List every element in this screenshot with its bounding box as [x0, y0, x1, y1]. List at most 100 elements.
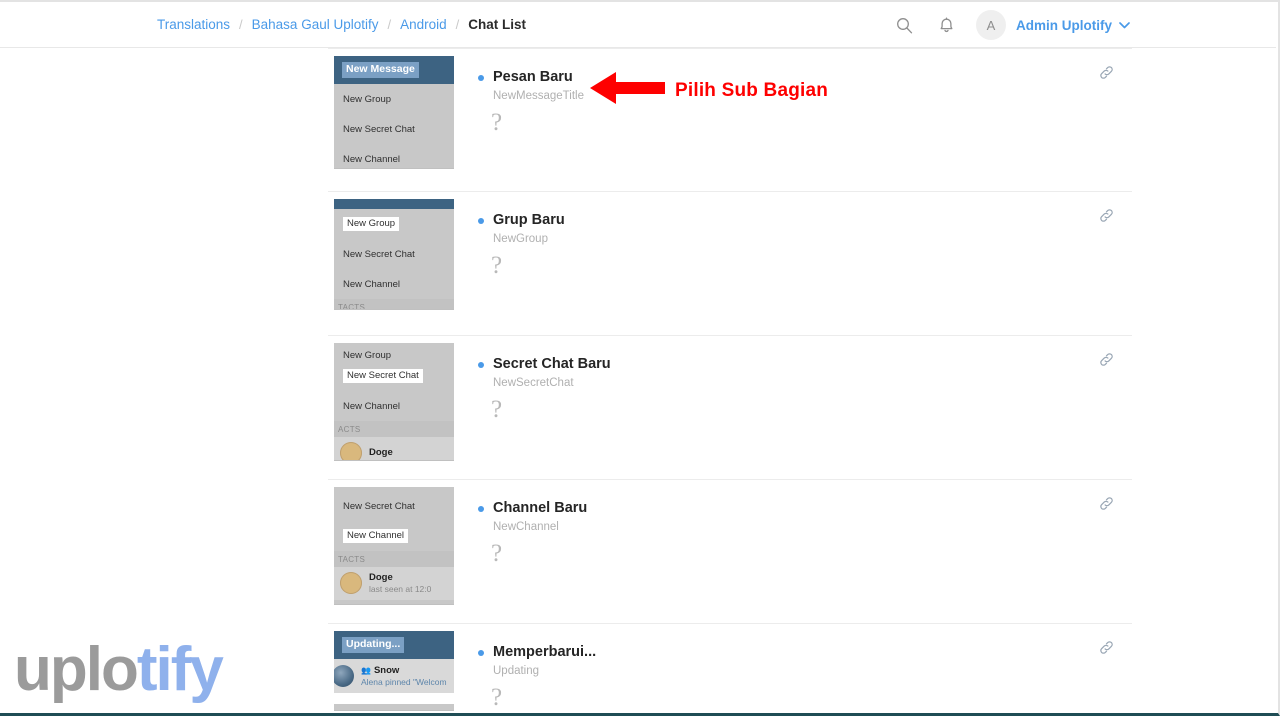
- top-bar-actions: A Admin Uplotify: [883, 2, 1130, 48]
- thumb-menu-item-label: New Secret Chat: [343, 123, 415, 135]
- screenshot-thumbnail[interactable]: New Group New Secret Chat New Channel AC…: [334, 343, 454, 461]
- search-button[interactable]: [883, 2, 925, 48]
- string-key: NewGroup: [493, 233, 548, 246]
- table-row[interactable]: Updating... 👥 Snow Alena pinned "Welcom M…: [328, 624, 1132, 713]
- copy-link-button[interactable]: [1094, 494, 1118, 518]
- copy-link-button[interactable]: [1094, 63, 1118, 87]
- thumb-menu-list: New Secret Chat New Channel: [334, 487, 454, 551]
- link-icon: [1099, 65, 1114, 85]
- screenshot-thumbnail[interactable]: New Group New Secret Chat New Channel TA…: [334, 199, 454, 310]
- screenshot-thumbnail[interactable]: Updating... 👥 Snow Alena pinned "Welcom: [334, 631, 454, 711]
- string-key: NewMessageTitle: [493, 90, 584, 103]
- thumb-menu-item-label: New Group: [343, 350, 392, 361]
- thumb-menu-item: New Channel: [334, 391, 454, 421]
- link-icon: [1099, 352, 1114, 372]
- user-menu-label[interactable]: Admin Uplotify: [1016, 18, 1112, 33]
- uplotify-watermark: uplotify: [14, 639, 224, 701]
- thumb-menu-item: New Secret Chat: [334, 114, 454, 144]
- copy-link-button[interactable]: [1094, 638, 1118, 662]
- thumb-contact-status: Alena pinned "Welcom: [361, 676, 447, 687]
- breadcrumb-item-translations[interactable]: Translations: [157, 18, 230, 32]
- table-row[interactable]: New Group New Secret Chat New Channel TA…: [328, 192, 1132, 336]
- thumb-menu-item: New Secret Chat: [334, 361, 454, 391]
- thumb-menu-item: New Group: [334, 209, 454, 239]
- breadcrumb-separator: /: [455, 17, 460, 32]
- thumb-section-label: TACTS: [334, 551, 454, 567]
- table-row[interactable]: New Group New Secret Chat New Channel AC…: [328, 336, 1132, 480]
- string-key: NewSecretChat: [493, 377, 574, 390]
- thumb-highlight-label: Updating...: [342, 637, 405, 653]
- thumb-section-label: TACTS: [334, 299, 454, 309]
- top-bar: Translations / Bahasa Gaul Uplotify / An…: [0, 2, 1276, 48]
- thumb-header: New Message: [334, 56, 454, 84]
- notifications-button[interactable]: [925, 2, 967, 48]
- string-translation[interactable]: Channel Baru: [493, 499, 587, 517]
- string-key: Updating: [493, 665, 540, 678]
- thumb-menu-list: New Secret Chat New Channel: [334, 361, 454, 421]
- translation-string-list: New Message New Group New Secret Chat Ne…: [328, 48, 1132, 713]
- string-entry: Grup Baru NewGroup ?: [454, 199, 1132, 278]
- string-entry: Memperbarui... Updating ?: [454, 631, 1132, 710]
- thumb-divider: [334, 692, 454, 704]
- string-translation[interactable]: Grup Baru: [493, 211, 565, 229]
- thumb-menu-item: New Secret Chat: [334, 491, 454, 521]
- thumb-menu-list: New Group New Secret Chat New Channel: [334, 84, 454, 168]
- group-icon: 👥: [361, 666, 371, 675]
- string-entry: Secret Chat Baru NewSecretChat ?: [454, 343, 1132, 422]
- breadcrumb-item-android[interactable]: Android: [400, 18, 447, 32]
- string-title-row: Pesan Baru: [478, 68, 1132, 86]
- thumb-menu-item-label: New Secret Chat: [343, 500, 415, 512]
- status-bullet: [478, 75, 484, 81]
- thumb-contact-name: Doge: [369, 572, 393, 583]
- status-bullet: [478, 650, 484, 656]
- string-placeholder: ?: [491, 109, 503, 137]
- breadcrumb: Translations / Bahasa Gaul Uplotify / An…: [157, 18, 526, 32]
- string-placeholder: ?: [491, 684, 503, 712]
- page-root: Translations / Bahasa Gaul Uplotify / An…: [0, 0, 1280, 716]
- thumb-menu-item-label: New Group: [343, 216, 400, 232]
- thumb-menu-item: New Group: [334, 84, 454, 114]
- thumb-highlight-label: New Message: [342, 62, 419, 78]
- thumb-contact-name: Snow: [373, 665, 400, 676]
- breadcrumb-item-chat-list: Chat List: [468, 16, 527, 32]
- screenshot-thumbnail[interactable]: New Message New Group New Secret Chat Ne…: [334, 56, 454, 169]
- thumb-header: [334, 199, 454, 209]
- string-placeholder: ?: [491, 540, 503, 568]
- string-placeholder: ?: [491, 396, 503, 424]
- avatar[interactable]: A: [976, 10, 1006, 40]
- copy-link-button[interactable]: [1094, 350, 1118, 374]
- watermark-part-one: uplo: [14, 635, 139, 704]
- thumb-menu-item-label: New Channel: [343, 528, 409, 544]
- string-translation[interactable]: Memperbarui...: [493, 643, 596, 661]
- thumb-menu-item-label: New Secret Chat: [343, 368, 423, 384]
- string-title-row: Channel Baru: [478, 499, 1132, 517]
- screenshot-thumbnail[interactable]: New Secret Chat New Channel TACTS Doge l…: [334, 487, 454, 605]
- string-translation[interactable]: Pesan Baru: [493, 68, 573, 86]
- status-bullet: [478, 218, 484, 224]
- thumb-contact-item: 👥 Snow Alena pinned "Welcom: [334, 659, 454, 693]
- copy-link-button[interactable]: [1094, 206, 1118, 230]
- string-title-row: Grup Baru: [478, 211, 1132, 229]
- breadcrumb-item-bahasa-gaul-uplotify[interactable]: Bahasa Gaul Uplotify: [252, 18, 379, 32]
- thumb-contact-status: last seen at 12:0: [369, 583, 432, 594]
- thumb-menu-list: New Group New Secret Chat New Channel: [334, 209, 454, 299]
- table-row[interactable]: New Message New Group New Secret Chat Ne…: [328, 48, 1132, 192]
- watermark-part-two: tify: [136, 635, 224, 704]
- thumb-menu-item: New Channel: [334, 269, 454, 299]
- snow-avatar-icon: [334, 665, 354, 688]
- string-title-row: Memperbarui...: [478, 643, 1132, 661]
- string-entry: Channel Baru NewChannel ?: [454, 487, 1132, 566]
- string-translation[interactable]: Secret Chat Baru: [493, 355, 611, 373]
- thumb-menu-item-label: New Channel: [343, 400, 401, 412]
- thumb-menu-item-label: New Channel: [343, 153, 401, 165]
- table-row[interactable]: New Secret Chat New Channel TACTS Doge l…: [328, 480, 1132, 624]
- string-key: NewChannel: [493, 521, 559, 534]
- bell-icon: [938, 16, 955, 34]
- thumb-contact-name: Doge: [369, 446, 393, 458]
- link-icon: [1099, 496, 1114, 516]
- thumb-menu-item: New Channel: [334, 521, 454, 551]
- chevron-down-icon[interactable]: [1119, 16, 1130, 34]
- status-bullet: [478, 506, 484, 512]
- thumb-menu-item: New Channel: [334, 144, 454, 168]
- thumb-menu-item-label: New Secret Chat: [343, 248, 415, 260]
